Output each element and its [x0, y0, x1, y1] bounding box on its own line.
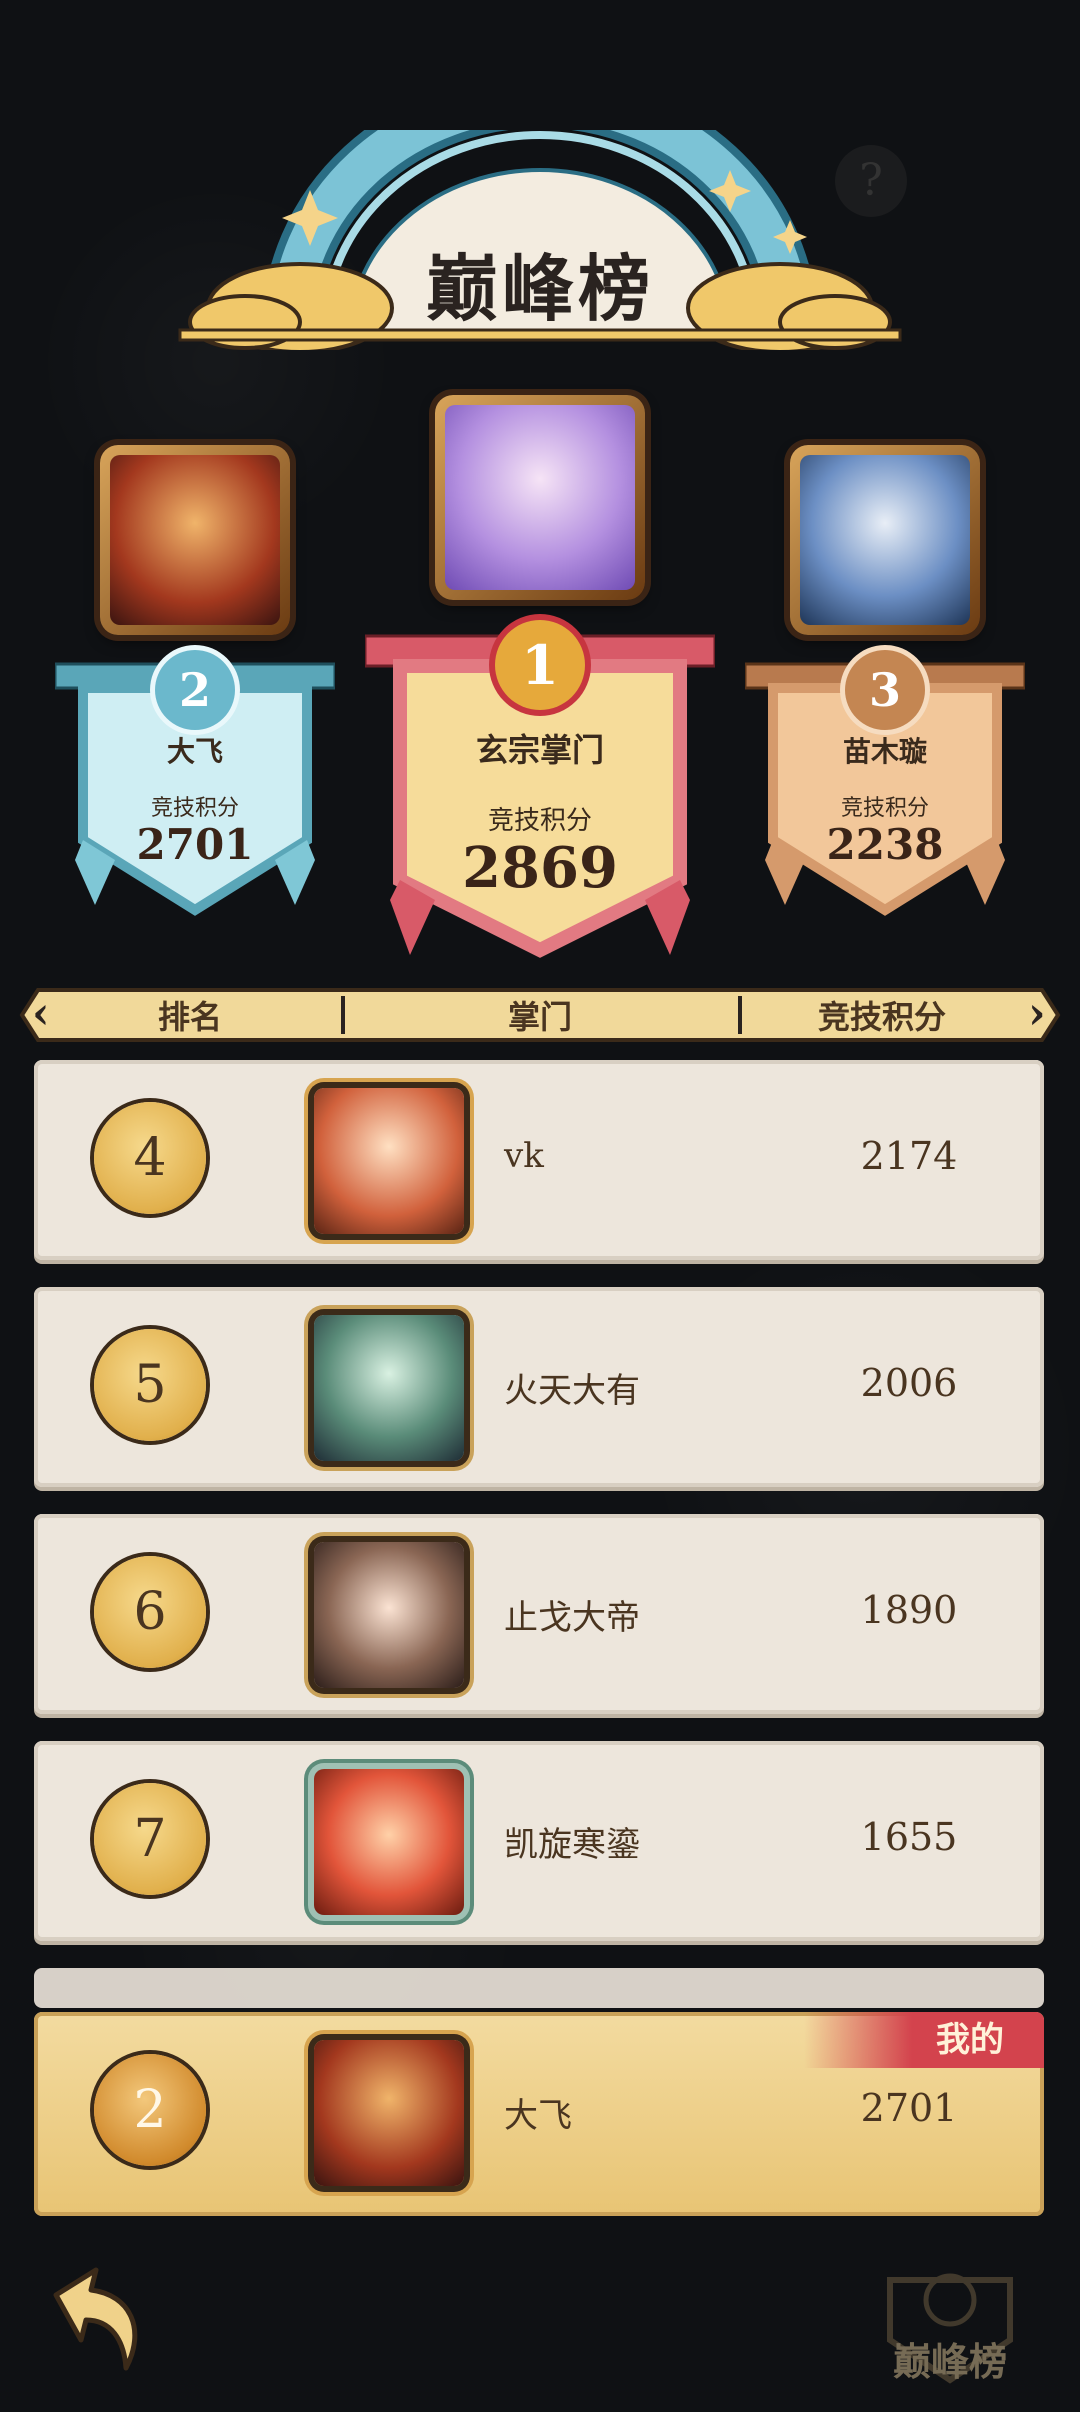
- podium-score-label-1: 竞技积分: [487, 806, 592, 836]
- player-score: 1655: [860, 1815, 958, 1859]
- player-score: 2006: [860, 1361, 958, 1405]
- podium-name-1: 玄宗掌门: [475, 731, 604, 769]
- podium-score-label-3: 竞技积分: [840, 796, 929, 821]
- question-icon[interactable]: ?: [835, 145, 907, 217]
- player-name: 止戈大帝: [504, 1598, 640, 1638]
- back-arrow-icon[interactable]: [36, 2260, 156, 2380]
- podium-rank-1: 1 玄宗掌门 竞技积分 2869: [365, 620, 715, 970]
- podium-score-1: 2869: [462, 835, 618, 901]
- player-score: 1890: [860, 1588, 958, 1632]
- column-rank: 排名: [158, 998, 223, 1036]
- avatar: [314, 1315, 464, 1461]
- rank-coin: 7: [94, 1783, 206, 1895]
- list-item[interactable]: 5 火天大有 2006: [34, 1287, 1044, 1487]
- list-item[interactable]: 6 止戈大帝 1890: [34, 1514, 1044, 1714]
- podium-score-2: 2701: [136, 820, 254, 869]
- podium-rank-3: 3 苗木璇 竞技积分 2238: [745, 650, 1025, 930]
- leaderboard-logo: 巅峰榜: [860, 2240, 1040, 2400]
- rank-coin: 2: [94, 2054, 206, 2166]
- player-score: 2174: [860, 1134, 958, 1178]
- podium-score-3: 2238: [826, 820, 944, 869]
- prev-arrow-icon[interactable]: ‹: [32, 988, 50, 1039]
- next-arrow-icon[interactable]: ›: [1028, 988, 1046, 1039]
- rank-coin: 4: [94, 1102, 206, 1214]
- rank-badge-1: 1: [495, 620, 585, 710]
- mine-tag: 我的: [804, 2012, 1044, 2068]
- player-name: 火天大有: [504, 1371, 640, 1411]
- list-item[interactable]: 7 凯旋寒鎏 1655: [34, 1741, 1044, 1941]
- podium-rank-2: 2 大飞 竞技积分 2701: [55, 650, 335, 930]
- column-score: 竞技积分: [818, 998, 947, 1036]
- rank-badge-2: 2: [155, 650, 235, 730]
- corner-logo-text: 巅峰榜: [892, 2339, 1007, 2384]
- player-score: 2701: [860, 2086, 958, 2130]
- avatar-rank-1[interactable]: [435, 395, 645, 600]
- rank-badge-3: 3: [845, 650, 925, 730]
- rank-coin: 6: [94, 1556, 206, 1668]
- podium-name-3: 苗木璇: [842, 735, 927, 768]
- podium-score-label-2: 竞技积分: [150, 796, 239, 821]
- page-title: 巅峰榜: [425, 246, 654, 331]
- player-name: 凯旋寒鎏: [504, 1825, 640, 1865]
- player-name: 大飞: [504, 2096, 572, 2136]
- avatar-rank-2[interactable]: [100, 445, 290, 635]
- podium-name-2: 大飞: [166, 735, 223, 768]
- rank-coin: 5: [94, 1329, 206, 1441]
- list-item-partial: [34, 1968, 1044, 2008]
- avatar-rank-3[interactable]: [790, 445, 980, 635]
- title-banner: 巅峰榜: [170, 130, 910, 350]
- avatar: [314, 1769, 464, 1915]
- avatar: [314, 2040, 464, 2186]
- column-name: 掌门: [508, 998, 573, 1036]
- avatar: [314, 1542, 464, 1688]
- player-name: vk: [504, 1136, 544, 1176]
- my-rank-row[interactable]: 我的 2 大飞 2701: [34, 2012, 1044, 2216]
- list-item[interactable]: 4 vk 2174: [34, 1060, 1044, 1260]
- avatar: [314, 1088, 464, 1234]
- column-header: ‹ 排名 掌门 竞技积分 ›: [18, 982, 1062, 1048]
